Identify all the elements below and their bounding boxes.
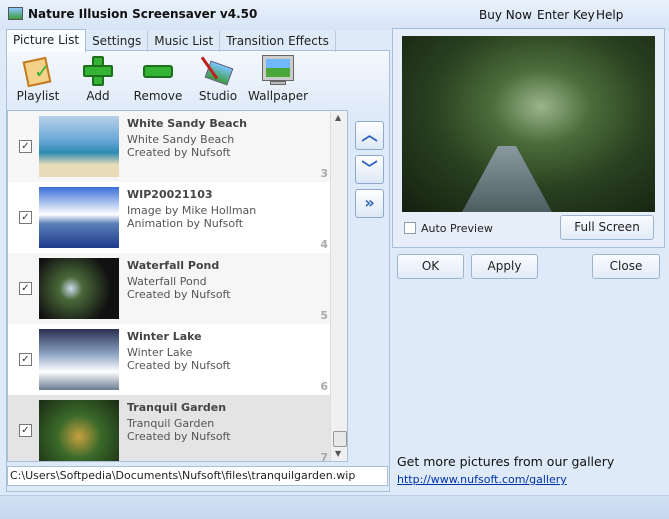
item-checkbox[interactable]: ✓	[19, 353, 32, 366]
move-to-end-button[interactable]: »	[355, 189, 384, 218]
scrollbar-thumb[interactable]	[333, 431, 347, 447]
item-line1: White Sandy Beach	[127, 133, 235, 146]
full-screen-button[interactable]: Full Screen	[560, 215, 654, 240]
item-line2: Created by Nufsoft	[127, 146, 231, 159]
window-title: Nature Illusion Screensaver v4.50	[28, 7, 258, 21]
item-title: Waterfall Pond	[127, 259, 220, 272]
tab-settings[interactable]: Settings	[86, 31, 149, 52]
item-title: WIP20021103	[127, 188, 213, 201]
item-line1: Waterfall Pond	[127, 275, 207, 288]
item-title: Winter Lake	[127, 330, 202, 343]
apply-button[interactable]: Apply	[471, 254, 538, 279]
picture-list[interactable]: ✓ White Sandy Beach White Sandy Beach Cr…	[7, 110, 348, 462]
list-scrollbar[interactable]: ▲ ▼	[330, 111, 347, 461]
item-number: 4	[320, 238, 328, 251]
item-thumbnail	[39, 187, 119, 248]
chevron-up-icon: ︿	[361, 125, 378, 144]
playlist-icon: ✓	[22, 55, 54, 88]
tab-music-list[interactable]: Music List	[148, 31, 221, 52]
wallpaper-button[interactable]: Wallpaper	[248, 55, 308, 103]
menu-help[interactable]: Help	[596, 8, 623, 22]
tab-bar: Picture List Settings Music List Transit…	[6, 29, 336, 52]
chevron-down-icon: ﹀	[361, 159, 378, 178]
close-button[interactable]: Close	[592, 254, 660, 279]
item-number: 3	[320, 167, 328, 180]
item-line1: Winter Lake	[127, 346, 193, 359]
item-number: 7	[320, 451, 328, 462]
move-up-button[interactable]: ︿	[355, 121, 384, 150]
item-number: 5	[320, 309, 328, 322]
playlist-button[interactable]: ✓ Playlist	[8, 55, 68, 103]
status-bar	[0, 495, 669, 519]
move-down-button[interactable]: ﹀	[355, 155, 384, 184]
gallery-link[interactable]: http://www.nufsoft.com/gallery	[397, 473, 567, 486]
scroll-up-icon[interactable]: ▲	[335, 113, 341, 122]
ok-button[interactable]: OK	[397, 254, 464, 279]
list-item[interactable]: ✓ Winter Lake Winter Lake Created by Nuf…	[8, 324, 330, 395]
studio-button[interactable]: Studio	[188, 55, 248, 103]
item-title: White Sandy Beach	[127, 117, 247, 130]
wallpaper-icon	[262, 55, 294, 87]
item-checkbox[interactable]: ✓	[19, 211, 32, 224]
item-line1: Image by Mike Hollman	[127, 204, 257, 217]
item-line2: Created by Nufsoft	[127, 430, 231, 443]
auto-preview-checkbox[interactable]	[404, 222, 416, 234]
list-item[interactable]: ✓ WIP20021103 Image by Mike Hollman Anim…	[8, 182, 330, 253]
file-path-field[interactable]: C:\Users\Softpedia\Documents\Nufsoft\fil…	[7, 466, 388, 486]
remove-icon	[142, 55, 174, 87]
item-thumbnail	[39, 258, 119, 319]
studio-icon	[200, 55, 234, 87]
scroll-down-icon[interactable]: ▼	[335, 449, 341, 458]
item-checkbox[interactable]: ✓	[19, 282, 32, 295]
app-icon	[8, 7, 23, 20]
list-item[interactable]: ✓ Waterfall Pond Waterfall Pond Created …	[8, 253, 330, 324]
menu-enter-key[interactable]: Enter Key	[537, 8, 595, 22]
item-title: Tranquil Garden	[127, 401, 227, 414]
list-item[interactable]: ✓ Tranquil Garden Tranquil Garden Create…	[8, 395, 330, 462]
item-thumbnail	[39, 400, 119, 461]
item-line2: Created by Nufsoft	[127, 359, 231, 372]
double-chevron-right-icon: »	[364, 193, 375, 212]
item-checkbox[interactable]: ✓	[19, 424, 32, 437]
item-line2: Animation by Nufsoft	[127, 217, 244, 230]
item-line2: Created by Nufsoft	[127, 288, 231, 301]
tab-picture-list[interactable]: Picture List	[6, 29, 87, 52]
add-button[interactable]: Add	[68, 55, 128, 103]
gallery-text: Get more pictures from our gallery	[397, 454, 615, 469]
item-line1: Tranquil Garden	[127, 417, 215, 430]
tab-transition-effects[interactable]: Transition Effects	[220, 31, 336, 52]
item-number: 6	[320, 380, 328, 393]
add-icon	[82, 55, 114, 87]
auto-preview-label: Auto Preview	[421, 222, 493, 235]
menu-buy-now[interactable]: Buy Now	[479, 8, 532, 22]
preview-image	[402, 36, 655, 212]
item-thumbnail	[39, 116, 119, 177]
list-item[interactable]: ✓ White Sandy Beach White Sandy Beach Cr…	[8, 111, 330, 182]
remove-button[interactable]: Remove	[128, 55, 188, 103]
item-checkbox[interactable]: ✓	[19, 140, 32, 153]
item-thumbnail	[39, 329, 119, 390]
